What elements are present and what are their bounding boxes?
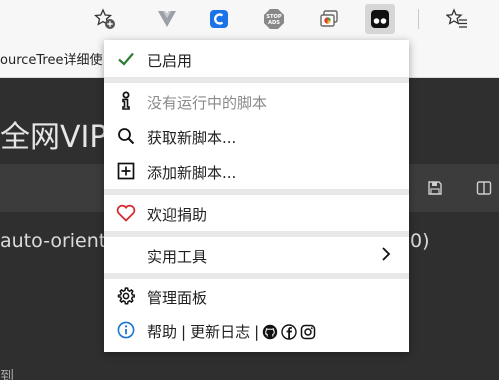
- bookmark-item[interactable]: ourceTree详细使: [0, 49, 102, 68]
- code-text-left: auto-orient: [0, 230, 107, 252]
- menu-item-utilities-label: 实用工具: [147, 248, 208, 266]
- search-icon: [116, 126, 136, 146]
- changelog-link[interactable]: 更新日志: [190, 321, 250, 342]
- svg-text:ADS: ADS: [268, 20, 280, 26]
- menu-item-enabled[interactable]: 已启用: [104, 41, 409, 77]
- info-i-icon: [116, 91, 136, 111]
- save-icon[interactable]: [427, 180, 443, 200]
- split-view-icon[interactable]: [476, 180, 492, 200]
- menu-item-utilities[interactable]: 实用工具: [104, 237, 409, 273]
- check-icon: [116, 49, 136, 69]
- heart-icon: [116, 203, 136, 223]
- add-bookmark-icon[interactable]: [93, 7, 117, 31]
- toolbar-separator: [418, 9, 419, 29]
- menu-item-get-new-scripts[interactable]: 获取新脚本...: [104, 118, 409, 154]
- menu-item-no-scripts-label: 没有运行中的脚本: [147, 94, 268, 112]
- menu-item-get-new-label: 获取新脚本...: [147, 129, 237, 147]
- tampermonkey-popup-menu: 已启用 没有运行中的脚本 获取新脚本... 添加新脚本... 欢迎捐助 实用工具…: [104, 40, 409, 352]
- menu-item-add-new-script[interactable]: 添加新脚本...: [104, 153, 409, 189]
- browser-toolbar: STOP ADS: [0, 0, 499, 38]
- menu-item-donate-label: 欢迎捐助: [147, 206, 208, 224]
- add-square-icon: [116, 161, 136, 181]
- menu-item-dashboard-label: 管理面板: [147, 289, 208, 307]
- menu-item-enabled-label: 已启用: [147, 52, 193, 70]
- help-link[interactable]: 帮助: [147, 321, 177, 342]
- screenshot-icon[interactable]: [317, 7, 341, 31]
- help-separator: |: [181, 322, 187, 341]
- stop-ads-icon[interactable]: STOP ADS: [262, 7, 286, 31]
- code-text-right: 0): [410, 230, 430, 252]
- instagram-icon[interactable]: [300, 324, 316, 340]
- page-footer-text: 到: [0, 369, 14, 380]
- github-icon[interactable]: [262, 324, 278, 340]
- favorites-icon[interactable]: [445, 7, 469, 31]
- menu-item-no-scripts: 没有运行中的脚本: [104, 83, 409, 119]
- tampermonkey-icon[interactable]: [365, 4, 395, 34]
- ccleaner-icon[interactable]: [207, 7, 231, 31]
- gear-icon: [116, 286, 136, 306]
- help-separator-2: |: [254, 322, 260, 341]
- menu-item-help[interactable]: 帮助 | 更新日志 |: [104, 312, 409, 348]
- menu-item-donate[interactable]: 欢迎捐助: [104, 195, 409, 231]
- menu-item-dashboard[interactable]: 管理面板: [104, 278, 409, 314]
- chevron-right-icon: [381, 246, 391, 266]
- info-circle-icon: [116, 320, 136, 340]
- vue-devtools-icon[interactable]: [155, 7, 179, 31]
- page-title: 全网VIP: [0, 120, 108, 155]
- help-row: 帮助 | 更新日志 |: [147, 321, 316, 342]
- facebook-icon[interactable]: [281, 323, 297, 340]
- menu-item-add-new-label: 添加新脚本...: [147, 164, 237, 182]
